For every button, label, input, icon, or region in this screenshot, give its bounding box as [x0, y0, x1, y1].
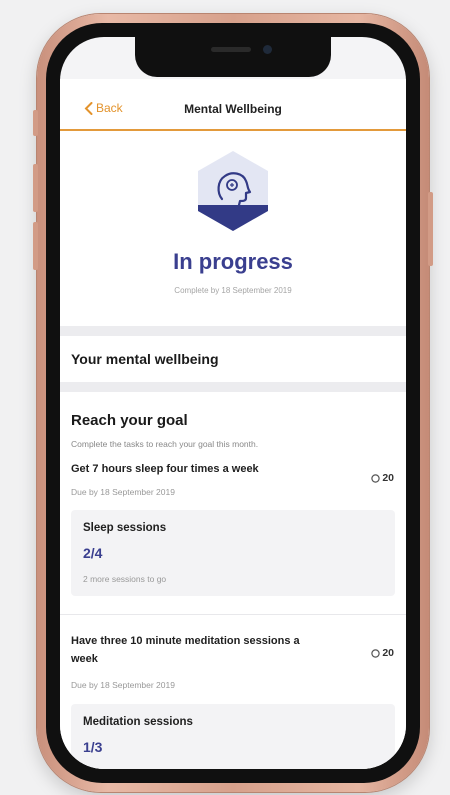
progress-label: Sleep sessions	[83, 522, 167, 534]
scroll-content[interactable]: In progress Complete by 18 September 201…	[60, 131, 406, 769]
nav-bar: Back Mental Wellbeing	[60, 79, 406, 131]
front-camera	[263, 45, 272, 54]
status-label: In progress	[173, 249, 293, 274]
wellbeing-section-title: Your mental wellbeing	[71, 351, 219, 367]
speaker-grille	[211, 47, 251, 52]
progress-note: 2 more sessions to go	[83, 574, 167, 584]
progress-label: Meditation sessions	[83, 716, 193, 728]
goal-status-header: In progress Complete by 18 September 201…	[60, 131, 406, 326]
phone-bezel: Back Mental Wellbeing In progress Comple…	[46, 23, 420, 783]
task-divider	[60, 614, 406, 615]
meditation-progress-card: Meditation sessions 1/3	[71, 704, 395, 769]
goal-description: Complete the tasks to reach your goal th…	[71, 439, 259, 449]
task-title: Get 7 hours sleep four times a week	[71, 463, 259, 475]
points-value: 20	[382, 647, 394, 659]
progress-count: 2/4	[83, 545, 103, 561]
task-title: Have three 10 minute meditation sessions…	[71, 635, 300, 665]
page-title: Mental Wellbeing	[184, 102, 282, 116]
task-due-date: Due by 18 September 2019	[71, 487, 175, 497]
progress-count: 1/3	[83, 739, 103, 755]
section-gap	[60, 326, 406, 336]
goal-title: Reach your goal	[71, 412, 188, 429]
sleep-progress-card: Sleep sessions 2/4 2 more sessions to go	[71, 510, 395, 596]
points-coin-icon	[371, 648, 381, 658]
points-coin-icon	[371, 473, 381, 483]
section-gap	[60, 382, 406, 392]
task-points: 20	[371, 647, 394, 659]
task-points: 20	[371, 472, 394, 484]
phone-frame: Back Mental Wellbeing In progress Comple…	[33, 14, 433, 792]
silent-switch	[33, 110, 38, 136]
goal-section: Reach your goal Complete the tasks to re…	[60, 392, 406, 769]
power-button	[428, 192, 433, 266]
points-value: 20	[382, 472, 394, 484]
complete-by-date: Complete by 18 September 2019	[174, 286, 292, 295]
phone-screen: Back Mental Wellbeing In progress Comple…	[60, 37, 406, 769]
head-mind-icon	[198, 151, 268, 231]
volume-down-button	[33, 222, 38, 270]
wellbeing-section[interactable]: Your mental wellbeing	[60, 336, 406, 382]
notch	[135, 37, 331, 77]
task-due-date: Due by 18 September 2019	[71, 680, 175, 690]
volume-up-button	[33, 164, 38, 212]
